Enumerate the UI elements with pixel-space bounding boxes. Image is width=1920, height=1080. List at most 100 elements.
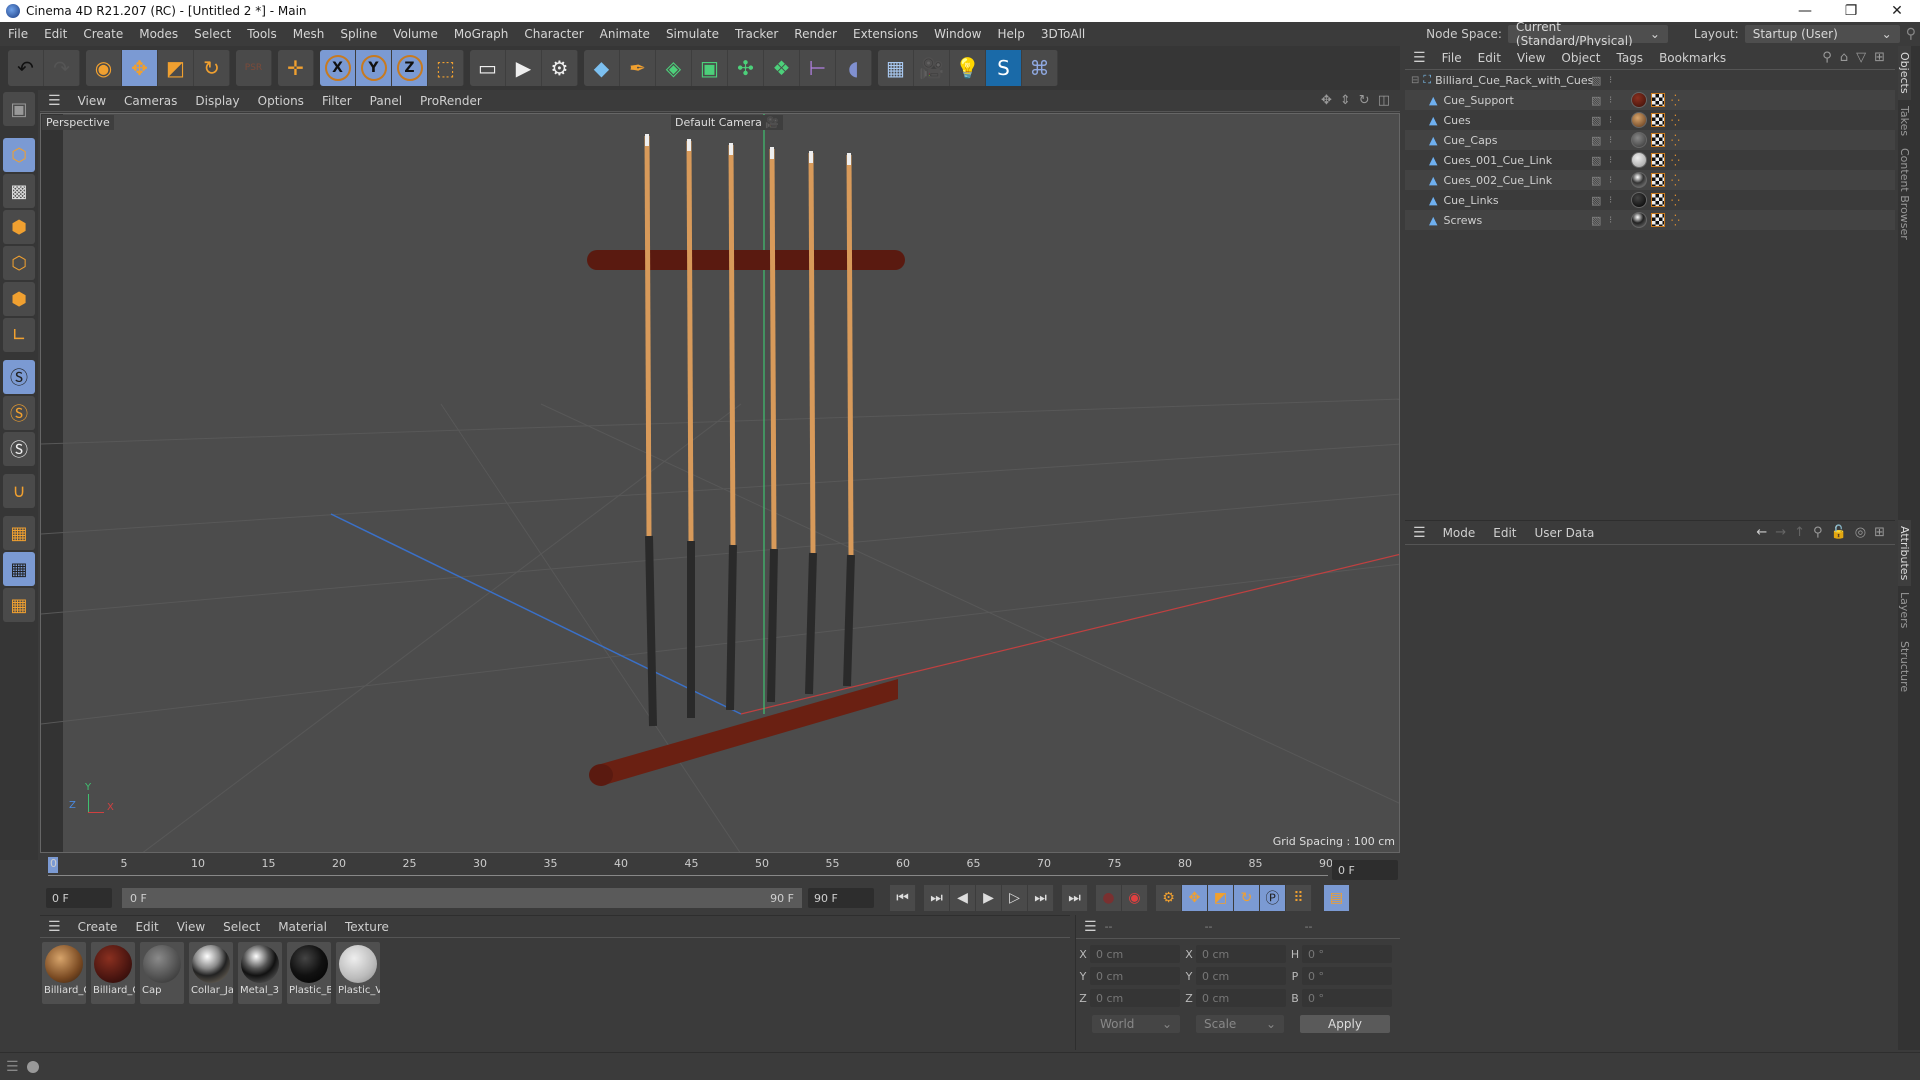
floor-icon[interactable]: ▦ bbox=[878, 50, 914, 86]
uvw-tag-icon[interactable] bbox=[1651, 173, 1665, 187]
menu-mesh[interactable]: Mesh bbox=[285, 27, 333, 41]
phong-tag-icon[interactable]: ⁛ bbox=[1671, 174, 1680, 187]
z-axis-lock-icon[interactable]: Z bbox=[392, 50, 428, 86]
x-axis-lock-icon[interactable]: X bbox=[320, 50, 356, 86]
current-frame-field[interactable]: 0 F bbox=[1332, 860, 1398, 880]
solo-single-icon[interactable]: Ⓢ bbox=[3, 396, 35, 430]
cube-icon[interactable]: ◆ bbox=[584, 50, 620, 86]
visibility-dots-icon[interactable]: ⁝ bbox=[1609, 115, 1612, 126]
rotate-tool-icon[interactable]: ↻ bbox=[194, 50, 230, 86]
visibility-dots-icon[interactable]: ⁝ bbox=[1609, 135, 1612, 146]
target-icon[interactable]: ◎ bbox=[1855, 525, 1866, 540]
next-frame-icon[interactable]: ▷ bbox=[1002, 885, 1028, 911]
material-swatch[interactable]: Billiard_C bbox=[91, 942, 135, 1004]
up-arrow-icon[interactable]: ↑ bbox=[1794, 525, 1805, 540]
extrude-icon[interactable]: ▣ bbox=[692, 50, 728, 86]
object-row[interactable]: ▲ Cue_Links ▧ ⁝ ⁛ bbox=[1405, 190, 1895, 210]
model-mode-icon[interactable]: ⬡ bbox=[3, 138, 35, 172]
coordinate-field[interactable]: 0 cm bbox=[1196, 967, 1286, 985]
uvw-tag-icon[interactable] bbox=[1651, 213, 1665, 227]
material-swatch[interactable]: Collar_Ja bbox=[189, 942, 233, 1004]
next-key-icon[interactable]: ⏭ bbox=[1028, 885, 1054, 911]
timeline-ruler[interactable]: 0 5 10 15 20 25 30 35 40 45 50 55 60 65 70 75 80 85 90 0 F bbox=[40, 855, 1400, 885]
live-selection-icon[interactable]: ◉ bbox=[86, 50, 122, 86]
light-icon[interactable]: 💡 bbox=[950, 50, 986, 86]
object-row[interactable]: ▲ Cue_Caps ▧ ⁝ ⁛ bbox=[1405, 130, 1895, 150]
collapse-icon[interactable]: ⊟ bbox=[1411, 75, 1419, 86]
edit-visibility-icon[interactable]: ▧ bbox=[1591, 194, 1601, 207]
coordinate-field[interactable]: 0 cm bbox=[1196, 945, 1286, 963]
menu-mograph[interactable]: MoGraph bbox=[446, 27, 517, 41]
object-row[interactable]: ▲ Cue_Support ▧ ⁝ ⁛ bbox=[1405, 90, 1895, 110]
visibility-dots-icon[interactable]: ⁝ bbox=[1609, 215, 1612, 226]
edit-visibility-icon[interactable]: ▧ bbox=[1591, 74, 1601, 87]
y-axis-lock-icon[interactable]: Y bbox=[356, 50, 392, 86]
material-swatch[interactable]: Cap bbox=[140, 942, 184, 1004]
phong-tag-icon[interactable]: ⁛ bbox=[1671, 194, 1680, 207]
key-pla-icon[interactable]: ⠿ bbox=[1286, 885, 1312, 911]
material-tag-icon[interactable] bbox=[1631, 212, 1647, 228]
menu-volume[interactable]: Volume bbox=[385, 27, 446, 41]
back-arrow-icon[interactable]: ← bbox=[1756, 525, 1767, 540]
object-row[interactable]: ▲ Screws ▧ ⁝ ⁛ bbox=[1405, 210, 1895, 230]
object-menu-object[interactable]: Object bbox=[1553, 51, 1608, 65]
edit-visibility-icon[interactable]: ▧ bbox=[1591, 94, 1601, 107]
menu-character[interactable]: Character bbox=[516, 27, 591, 41]
material-menu-select[interactable]: Select bbox=[214, 920, 269, 934]
material-menu-view[interactable]: View bbox=[168, 920, 214, 934]
move-tool-icon[interactable]: ✥ bbox=[122, 50, 158, 86]
start-frame-field[interactable]: 0 F bbox=[46, 888, 112, 908]
locked-workplane-icon[interactable]: ▦ bbox=[3, 552, 35, 586]
node-space-dropdown[interactable]: Current (Standard/Physical) ⌄ bbox=[1507, 20, 1668, 48]
menu-spline[interactable]: Spline bbox=[332, 27, 385, 41]
lock-icon[interactable]: 🔓 bbox=[1831, 525, 1847, 540]
psr-lock-icon[interactable]: PSR bbox=[236, 50, 272, 86]
material-swatch[interactable]: Billiard_C bbox=[42, 942, 86, 1004]
viewport-hamburger-icon[interactable]: ☰ bbox=[40, 93, 69, 109]
coordinate-field[interactable]: 0 ° bbox=[1302, 945, 1392, 963]
viewport-menu-panel[interactable]: Panel bbox=[361, 94, 411, 108]
end-frame-field[interactable]: 90 F bbox=[808, 888, 874, 908]
viewport-menu-prorender[interactable]: ProRender bbox=[411, 94, 491, 108]
minimize-button[interactable]: — bbox=[1782, 0, 1828, 22]
search-icon[interactable]: ⚲ bbox=[1813, 525, 1823, 540]
viewport-menu-cameras[interactable]: Cameras bbox=[115, 94, 186, 108]
preview-range-slider[interactable]: 0 F 90 F bbox=[122, 888, 802, 908]
maximize-button[interactable]: ❐ bbox=[1828, 0, 1874, 22]
menu-edit[interactable]: Edit bbox=[36, 27, 75, 41]
uvw-tag-icon[interactable] bbox=[1651, 193, 1665, 207]
visibility-dots-icon[interactable]: ⁝ bbox=[1609, 155, 1612, 166]
search-icon[interactable]: ⚲ bbox=[1906, 26, 1916, 42]
texture-mode-icon[interactable]: ▩ bbox=[3, 174, 35, 208]
material-menu-edit[interactable]: Edit bbox=[126, 920, 167, 934]
coordinate-field[interactable]: 0 cm bbox=[1090, 989, 1180, 1007]
filter-icon[interactable]: ▽ bbox=[1856, 50, 1866, 65]
viewport-perspective[interactable]: Perspective Default Camera 🎥 Grid Spacin… bbox=[40, 113, 1400, 853]
deformer-icon[interactable]: ⊢ bbox=[800, 50, 836, 86]
material-menu-texture[interactable]: Texture bbox=[336, 920, 398, 934]
layout-dropdown[interactable]: Startup (User) ⌄ bbox=[1744, 25, 1900, 43]
object-menu-file[interactable]: File bbox=[1434, 51, 1470, 65]
uvw-tag-icon[interactable] bbox=[1651, 93, 1665, 107]
phong-tag-icon[interactable]: ⁛ bbox=[1671, 214, 1680, 227]
mograph-icon[interactable]: ❖ bbox=[764, 50, 800, 86]
rotate-view-icon[interactable]: ↻ bbox=[1359, 93, 1370, 108]
3dtoall-icon[interactable]: S bbox=[986, 50, 1022, 86]
timeline-window-icon[interactable]: ▤ bbox=[1324, 885, 1350, 911]
close-button[interactable]: ✕ bbox=[1874, 0, 1920, 22]
visibility-dots-icon[interactable]: ⁝ bbox=[1609, 75, 1612, 86]
phong-tag-icon[interactable]: ⁛ bbox=[1671, 134, 1680, 147]
menu-file[interactable]: File bbox=[0, 27, 36, 41]
point-mode-icon[interactable]: ⬢ bbox=[3, 210, 35, 244]
apply-button[interactable]: Apply bbox=[1300, 1015, 1390, 1033]
object-row[interactable]: ▲ Cues ▧ ⁝ ⁛ bbox=[1405, 110, 1895, 130]
attributes-menu-edit[interactable]: Edit bbox=[1484, 526, 1525, 540]
pen-icon[interactable]: ✒ bbox=[620, 50, 656, 86]
go-to-start-icon[interactable]: ⏮ bbox=[890, 885, 916, 911]
viewport-menu-filter[interactable]: Filter bbox=[313, 94, 361, 108]
material-menu-material[interactable]: Material bbox=[269, 920, 336, 934]
material-tag-icon[interactable] bbox=[1631, 152, 1647, 168]
attributes-menu-mode[interactable]: Mode bbox=[1434, 526, 1485, 540]
key-scale-icon[interactable]: ◩ bbox=[1208, 885, 1234, 911]
search-icon[interactable]: ⚲ bbox=[1822, 50, 1832, 65]
